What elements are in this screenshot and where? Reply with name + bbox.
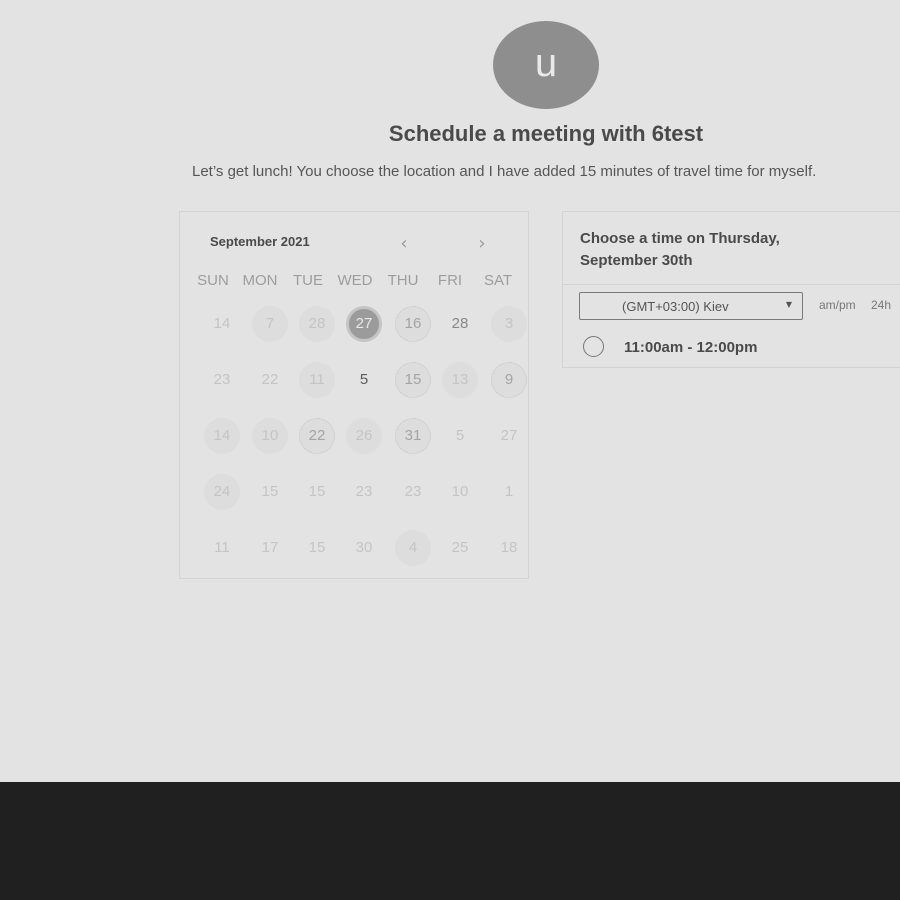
caret-down-icon: ▼ — [785, 300, 792, 309]
calendar-day[interactable]: 16 — [395, 306, 431, 342]
calendar-day[interactable]: 22 — [299, 418, 335, 454]
calendar-day[interactable]: 25 — [442, 530, 478, 566]
page-description: Let’s get lunch! You choose the location… — [192, 163, 817, 180]
time-slot[interactable]: 11:00am - 12:00pm — [583, 336, 813, 360]
calendar-day[interactable]: 23 — [346, 474, 382, 510]
calendar-day[interactable]: 5 — [442, 418, 478, 454]
calendar-day[interactable]: 31 — [395, 418, 431, 454]
calendar-day[interactable]: 10 — [442, 474, 478, 510]
divider — [563, 284, 900, 285]
calendar-day[interactable]: 18 — [491, 530, 527, 566]
calendar-day[interactable]: 28 — [442, 306, 478, 342]
timezone-value: (GMT+03:00) Kiev — [622, 299, 729, 314]
calendar-day[interactable]: 11 — [299, 362, 335, 398]
weekday-tue: TUE — [293, 272, 323, 289]
calendar-day[interactable]: 14 — [204, 418, 240, 454]
calendar-day[interactable]: 23 — [204, 362, 240, 398]
footer-bar — [0, 782, 900, 900]
calendar-day[interactable]: 23 — [395, 474, 431, 510]
next-month-icon[interactable]: › — [470, 232, 494, 256]
calendar-day[interactable]: 11 — [204, 530, 240, 566]
calendar-day[interactable]: 22 — [252, 362, 288, 398]
calendar-day[interactable]: 17 — [252, 530, 288, 566]
calendar-day[interactable]: 1 — [491, 474, 527, 510]
time-picker-panel: Choose a time on Thursday, September 30t… — [562, 211, 900, 368]
format-24h-toggle[interactable]: 24h — [871, 298, 891, 312]
calendar-day[interactable]: 15 — [299, 474, 335, 510]
time-slot-label: 11:00am - 12:00pm — [624, 339, 758, 356]
format-ampm-toggle[interactable]: am/pm — [819, 298, 856, 312]
page-title: Schedule a meeting with 6test — [388, 121, 704, 146]
calendar-day[interactable]: 7 — [252, 306, 288, 342]
calendar-day[interactable]: 13 — [442, 362, 478, 398]
weekday-thu: THU — [387, 272, 419, 289]
previous-month-icon[interactable]: ‹ — [392, 232, 416, 256]
calendar-day[interactable]: 15 — [252, 474, 288, 510]
timezone-select[interactable]: (GMT+03:00) Kiev ▼ — [579, 292, 803, 320]
calendar-day[interactable]: 27 — [491, 418, 527, 454]
weekday-fri: FRI — [437, 272, 463, 289]
calendar: September 2021 ‹ › SUN MON TUE WED THU F… — [179, 211, 529, 579]
calendar-day[interactable]: 28 — [299, 306, 335, 342]
calendar-day-selected[interactable]: 27 — [346, 306, 382, 342]
scheduling-page: u Schedule a meeting with 6test Let’s ge… — [0, 0, 900, 782]
calendar-day[interactable]: 15 — [299, 530, 335, 566]
calendar-day[interactable]: 24 — [204, 474, 240, 510]
calendar-day[interactable]: 30 — [346, 530, 382, 566]
host-avatar: u — [493, 21, 599, 109]
calendar-day[interactable]: 26 — [346, 418, 382, 454]
calendar-day[interactable]: 4 — [395, 530, 431, 566]
calendar-day[interactable]: 9 — [491, 362, 527, 398]
weekday-mon: MON — [242, 272, 278, 289]
calendar-day[interactable]: 14 — [204, 306, 240, 342]
calendar-month-label: September 2021 — [210, 234, 310, 249]
weekday-sun: SUN — [197, 272, 229, 289]
calendar-day[interactable]: 5 — [346, 362, 382, 398]
calendar-day[interactable]: 10 — [252, 418, 288, 454]
weekday-sat: SAT — [483, 272, 513, 289]
radio-button[interactable] — [583, 336, 604, 357]
time-picker-heading: Choose a time on Thursday, September 30t… — [580, 230, 780, 269]
calendar-day[interactable]: 15 — [395, 362, 431, 398]
calendar-day[interactable]: 3 — [491, 306, 527, 342]
weekday-wed: WED — [337, 272, 373, 289]
